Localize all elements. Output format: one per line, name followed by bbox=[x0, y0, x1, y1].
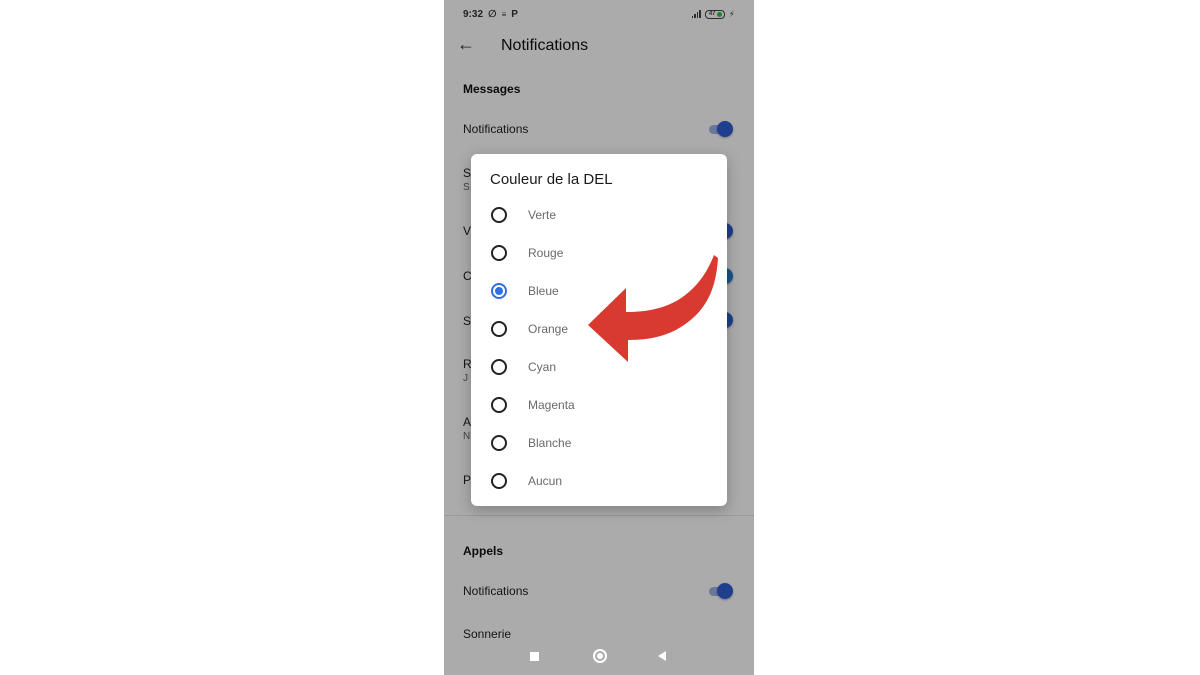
option-label: Cyan bbox=[528, 360, 557, 374]
recents-square-icon[interactable] bbox=[530, 652, 539, 661]
phone-screen: 9:32 ∅ ≡ P 47 ⚡ ← Notifications Messages bbox=[444, 0, 754, 675]
option-aucun[interactable]: Aucun bbox=[471, 462, 727, 500]
radio-button[interactable] bbox=[491, 435, 507, 451]
option-bleue[interactable]: Bleue bbox=[471, 272, 727, 310]
home-circle-icon[interactable] bbox=[593, 649, 607, 663]
option-orange[interactable]: Orange bbox=[471, 310, 727, 348]
radio-button[interactable] bbox=[491, 321, 507, 337]
option-cyan[interactable]: Cyan bbox=[471, 348, 727, 386]
dialog-title: Couleur de la DEL bbox=[490, 171, 613, 188]
radio-button-checked[interactable] bbox=[491, 283, 507, 299]
option-label: Rouge bbox=[528, 246, 564, 260]
option-magenta[interactable]: Magenta bbox=[471, 386, 727, 424]
option-rouge[interactable]: Rouge bbox=[471, 234, 727, 272]
option-blanche[interactable]: Blanche bbox=[471, 424, 727, 462]
option-label: Blanche bbox=[528, 436, 572, 450]
option-label: Verte bbox=[528, 208, 557, 222]
option-label: Orange bbox=[528, 322, 569, 336]
led-color-dialog: Couleur de la DEL Verte Rouge Bleue Oran… bbox=[471, 154, 727, 506]
back-triangle-icon[interactable] bbox=[658, 651, 666, 661]
option-label: Aucun bbox=[528, 474, 563, 488]
radio-button[interactable] bbox=[491, 359, 507, 375]
radio-button[interactable] bbox=[491, 473, 507, 489]
option-label: Bleue bbox=[528, 284, 559, 298]
radio-button[interactable] bbox=[491, 207, 507, 223]
option-verte[interactable]: Verte bbox=[471, 196, 727, 234]
option-label: Magenta bbox=[528, 398, 575, 412]
radio-button[interactable] bbox=[491, 245, 507, 261]
radio-button[interactable] bbox=[491, 397, 507, 413]
